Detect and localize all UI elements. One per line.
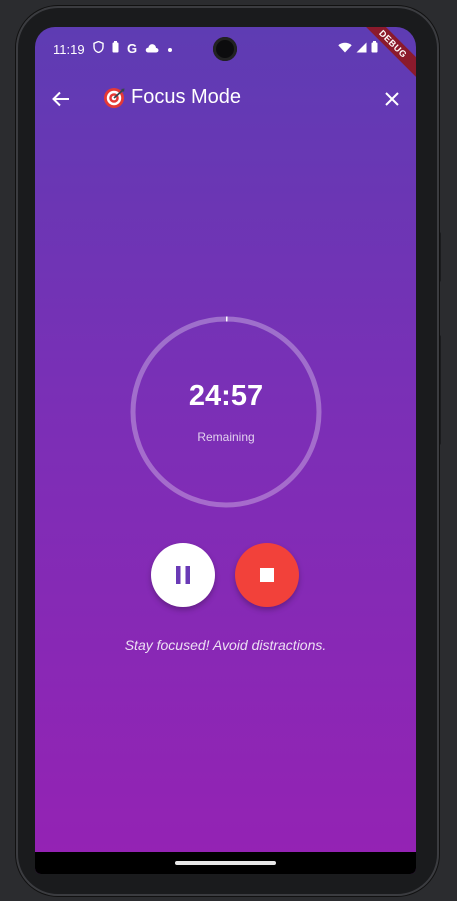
time-remaining: 24:57 [188,380,264,412]
arrow-left-icon [52,91,69,107]
status-bar: 11:19 G DEBUG [35,27,416,81]
google-icon: G [127,40,138,56]
time-remaining-label: Remaining [197,430,255,444]
shield-icon [93,40,104,56]
timer-controls [151,543,299,607]
app-screen: 11:19 G DEBUG Focus Mode 24:57 Remaining… [35,27,416,874]
close-icon [385,92,399,106]
battery-saver-icon [112,41,119,56]
status-icons-right [338,41,378,56]
stop-icon [260,568,274,582]
app-bar: Focus Mode [35,71,416,127]
timer-ring: 24:57 Remaining [128,314,324,510]
status-icons-left: G [93,40,173,56]
battery-icon [371,41,378,56]
signal-icon [356,41,367,56]
focus-hint: Stay focused! Avoid distractions. [124,637,327,653]
dot-icon [167,42,173,56]
cloud-icon [145,42,159,56]
status-time: 11:19 [53,42,85,57]
page-title: Focus Mode [131,86,242,108]
front-camera [213,37,237,61]
back-button[interactable] [47,85,75,113]
pause-button[interactable] [151,543,215,607]
wifi-icon [338,41,352,56]
stop-button[interactable] [235,543,299,607]
navigation-bar [35,852,416,874]
home-handle[interactable] [175,861,276,865]
target-icon [104,87,125,108]
close-button[interactable] [378,85,406,113]
pause-icon [176,566,190,584]
app-title: Focus Mode [103,86,241,109]
